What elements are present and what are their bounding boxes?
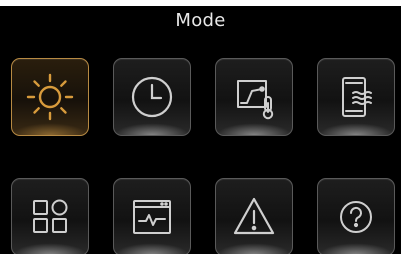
mode-tile-phone-waves[interactable] [317, 58, 395, 136]
monitor-pulse-icon [133, 200, 171, 234]
help-icon [340, 201, 372, 233]
page-title: Mode [175, 10, 226, 31]
warning-icon [233, 197, 275, 235]
clock-icon [131, 76, 173, 118]
phone-waves-icon [342, 77, 372, 117]
sun-icon [26, 73, 74, 121]
mode-tile-clock[interactable] [113, 58, 191, 136]
mode-tile-apps-grid[interactable] [11, 178, 89, 254]
thermostat-curve-icon [237, 80, 274, 120]
mode-tile-thermostat-curve[interactable] [215, 58, 293, 136]
apps-grid-icon [33, 199, 68, 233]
mode-tile-sun[interactable] [11, 58, 89, 136]
mode-screen: Mode [0, 6, 401, 254]
mode-tile-help[interactable] [317, 178, 395, 254]
mode-tile-monitor-pulse[interactable] [113, 178, 191, 254]
mode-tile-warning[interactable] [215, 178, 293, 254]
